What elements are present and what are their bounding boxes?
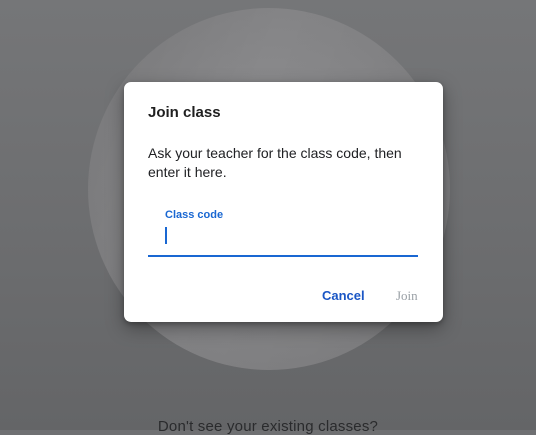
cancel-button[interactable]: Cancel <box>322 288 365 303</box>
text-caret <box>165 227 167 244</box>
dialog-instructions: Ask your teacher for the class code, the… <box>148 145 402 180</box>
join-class-dialog: Join class Ask your teacher for the clas… <box>124 82 443 322</box>
dialog-title: Join class <box>148 104 221 121</box>
class-code-label: Class code <box>165 209 224 221</box>
class-code-underline <box>148 255 418 257</box>
class-code-input[interactable] <box>165 226 410 246</box>
join-button[interactable]: Join <box>396 288 418 304</box>
class-code-field[interactable]: Class code <box>148 202 418 257</box>
existing-classes-hint: Don't see your existing classes? <box>157 418 379 435</box>
